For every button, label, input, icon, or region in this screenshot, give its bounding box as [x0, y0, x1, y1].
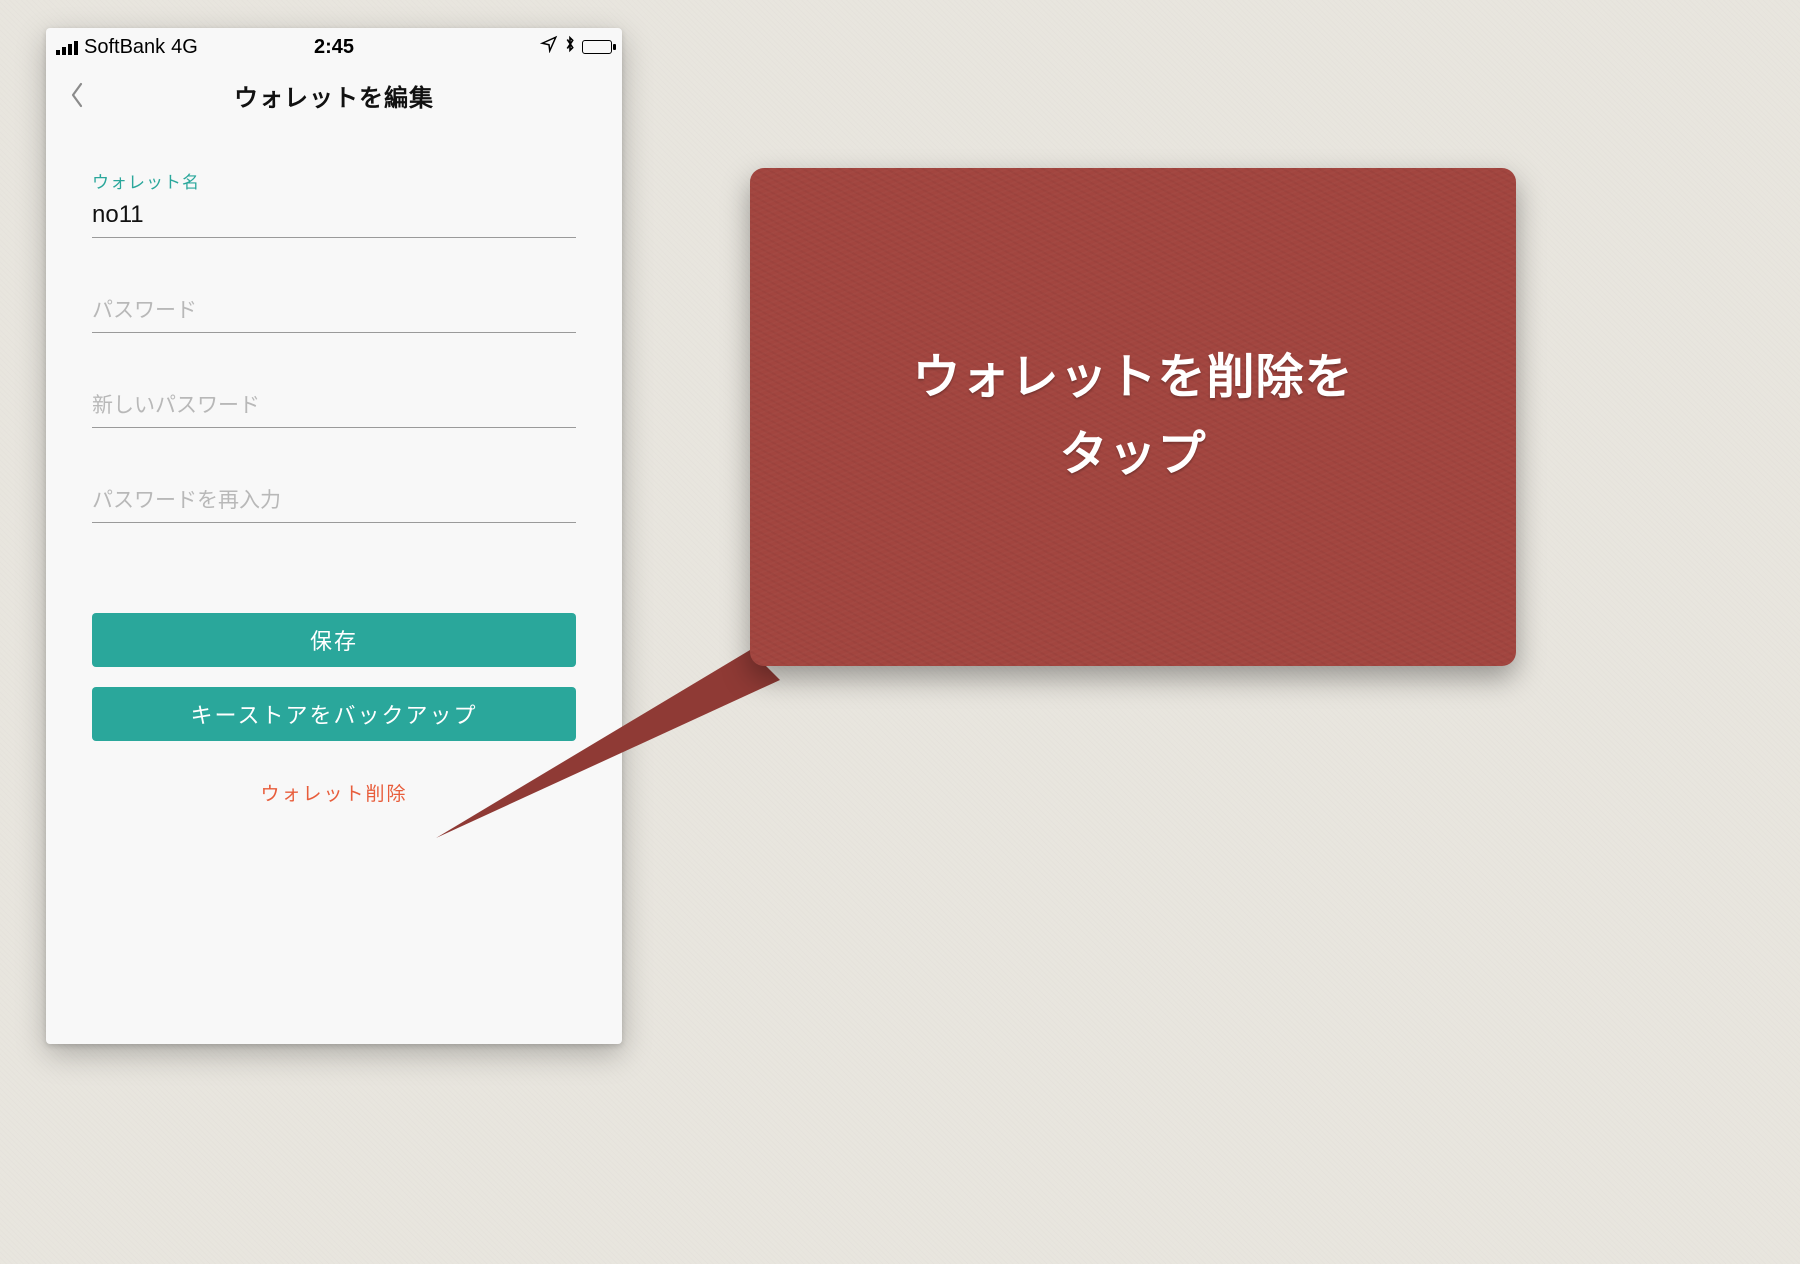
wallet-name-label: ウォレット名 — [92, 168, 576, 193]
status-time: 2:45 — [314, 36, 354, 59]
callout-line-2: タップ — [912, 417, 1353, 494]
wallet-name-field: ウォレット名 — [92, 168, 576, 238]
signal-icon — [56, 39, 78, 55]
reenter-password-field — [92, 484, 576, 523]
location-icon — [540, 35, 558, 59]
password-field — [92, 294, 576, 333]
battery-icon — [582, 40, 612, 54]
phone-frame: SoftBank 4G 2:45 ウォレットを編集 — [46, 28, 622, 1044]
delete-wallet-button[interactable]: ウォレット削除 — [92, 761, 576, 824]
backup-keystore-button[interactable]: キーストアをバックアップ — [92, 687, 576, 741]
reenter-password-input[interactable] — [92, 484, 576, 523]
status-left: SoftBank 4G — [56, 36, 198, 59]
nav-bar: ウォレットを編集 — [46, 66, 622, 124]
callout-line-1: ウォレットを削除を — [912, 340, 1353, 417]
back-button[interactable] — [62, 73, 92, 117]
save-button[interactable]: 保存 — [92, 613, 576, 667]
new-password-field — [92, 389, 576, 428]
status-network: 4G — [171, 36, 198, 59]
status-right — [540, 35, 612, 59]
instruction-callout: ウォレットを削除を タップ — [750, 168, 1516, 666]
wallet-name-input[interactable] — [92, 199, 576, 238]
status-carrier: SoftBank — [84, 36, 165, 59]
new-password-input[interactable] — [92, 389, 576, 428]
bluetooth-icon — [564, 35, 576, 59]
status-bar: SoftBank 4G 2:45 — [46, 28, 622, 66]
page-title: ウォレットを編集 — [234, 78, 434, 113]
content: ウォレット名 保存 キーストアをバックアップ ウォレット削除 — [46, 124, 622, 824]
password-input[interactable] — [92, 294, 576, 333]
